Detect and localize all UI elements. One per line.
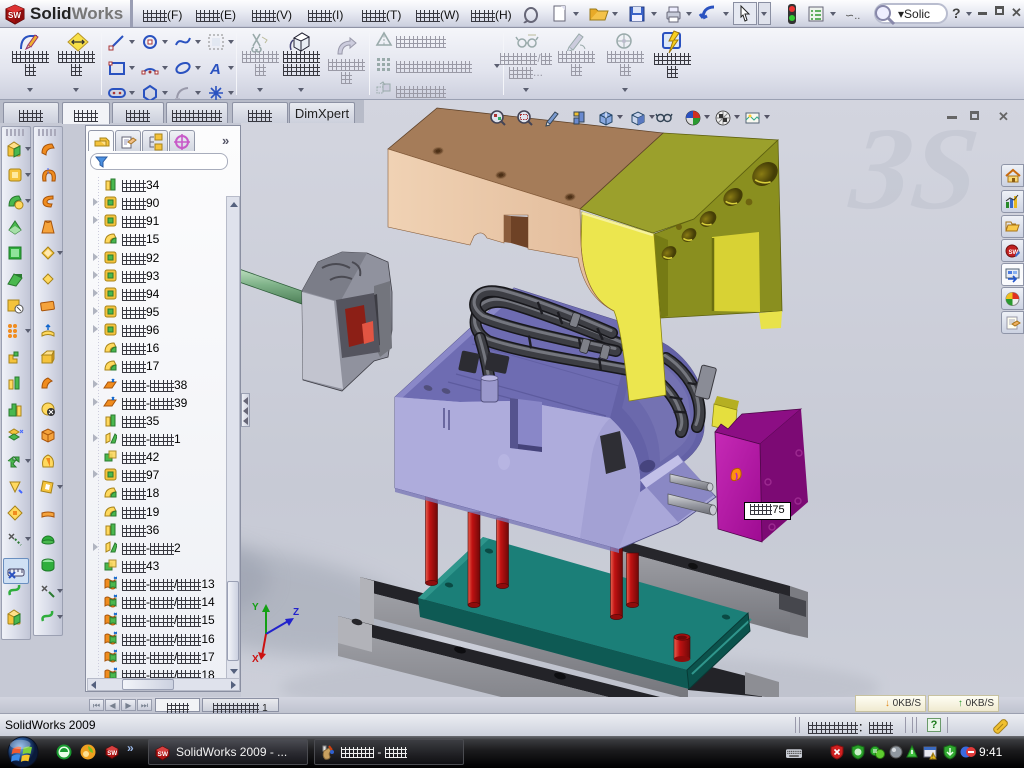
svg-text:Y: Y xyxy=(252,602,259,613)
svg-text:A: A xyxy=(209,61,221,77)
svg-text:SW: SW xyxy=(158,751,169,758)
svg-text:X: X xyxy=(252,654,259,665)
svg-text:SW: SW xyxy=(107,750,117,757)
svg-text:ЗS: ЗS xyxy=(843,103,984,234)
svg-text:SW: SW xyxy=(8,11,21,20)
svg-text:Z: Z xyxy=(293,607,299,618)
